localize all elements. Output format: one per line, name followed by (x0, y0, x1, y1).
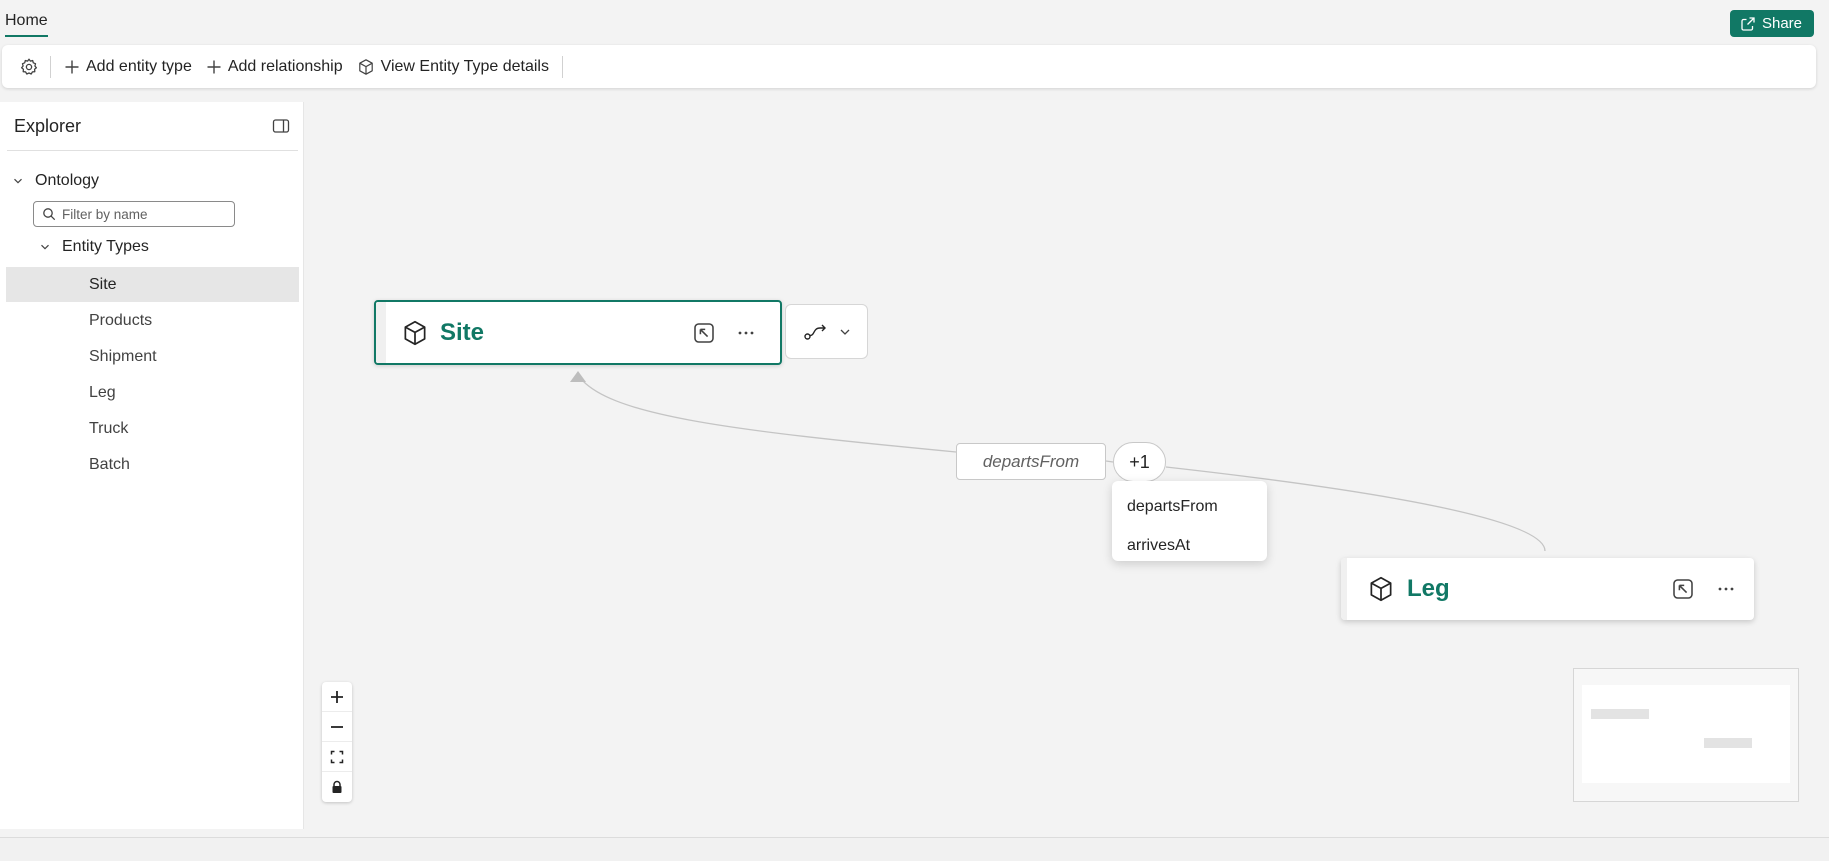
cube-icon (1367, 575, 1395, 603)
edge-overflow-badge[interactable]: +1 (1113, 442, 1166, 482)
open-entity-icon (694, 322, 714, 343)
entity-item-label: Site (89, 275, 117, 293)
more-options-button[interactable] (1711, 574, 1741, 604)
zoom-out-button[interactable] (322, 712, 352, 742)
tree-node-entity-types-label: Entity Types (62, 238, 149, 255)
add-relationship-dropdown[interactable] (785, 304, 868, 359)
lock-icon (332, 780, 342, 793)
relationship-icon (803, 322, 829, 342)
view-entity-type-details-button[interactable]: View Entity Type details (350, 52, 556, 82)
entity-item-label: Leg (89, 383, 116, 401)
open-entity-button[interactable] (1668, 574, 1698, 604)
cube-icon (401, 319, 429, 347)
plus-icon (64, 59, 80, 75)
chevron-down-icon (12, 175, 24, 187)
share-button[interactable]: Share (1729, 10, 1814, 37)
entity-item-batch[interactable]: Batch (6, 447, 299, 482)
menu-item-departsfrom[interactable]: departsFrom (1112, 487, 1267, 526)
explorer-title: Explorer (14, 116, 82, 136)
settings-button[interactable] (14, 52, 44, 82)
entity-item-truck[interactable]: Truck (6, 411, 299, 446)
add-entity-type-button[interactable]: Add entity type (57, 52, 199, 82)
filter-input-box[interactable] (33, 201, 235, 227)
minus-icon (331, 725, 343, 728)
status-strip (0, 837, 1829, 861)
fit-view-icon (330, 750, 344, 763)
add-relationship-label: Add relationship (227, 57, 343, 75)
tree-node-ontology-label: Ontology (35, 172, 100, 189)
more-icon (738, 331, 754, 334)
top-tab-bar: Home Share (0, 0, 1829, 40)
entity-node-title: Site (440, 318, 485, 346)
chevron-down-icon (839, 326, 851, 338)
entity-item-shipment[interactable]: Shipment (6, 339, 299, 374)
fit-view-button[interactable] (322, 742, 352, 772)
more-icon (1718, 587, 1734, 591)
entity-item-label: Batch (89, 455, 130, 473)
filter-by-name-input[interactable] (62, 206, 222, 222)
entity-item-label: Truck (89, 419, 129, 437)
graph-canvas[interactable]: Site departsFrom +1 departsFrom arrivesA… (305, 95, 1825, 830)
zoom-controls (322, 682, 352, 802)
chevron-down-icon (39, 241, 51, 253)
entity-item-products[interactable]: Products (6, 303, 299, 338)
collapse-panel-button[interactable] (271, 116, 291, 136)
explorer-divider (7, 150, 298, 151)
panel-toggle-icon (271, 116, 291, 136)
entity-node-title: Leg (1407, 575, 1450, 602)
edge-arrowhead (570, 371, 586, 382)
ribbon-toolbar: Add entity type Add relationship View En… (2, 45, 1816, 88)
zoom-in-button[interactable] (322, 682, 352, 712)
add-relationship-button[interactable]: Add relationship (199, 52, 350, 82)
share-icon (1740, 16, 1756, 32)
entity-item-label: Products (89, 311, 153, 329)
more-options-button[interactable] (731, 318, 761, 348)
open-entity-icon (1673, 579, 1693, 599)
lock-view-button[interactable] (322, 772, 352, 802)
toolbar-divider (561, 55, 563, 78)
minimap-node-leg (1704, 738, 1752, 748)
edge-label-departsfrom[interactable]: departsFrom (956, 443, 1106, 480)
plus-icon (331, 690, 343, 703)
minimap-node-site (1591, 709, 1649, 719)
plus-icon (206, 59, 222, 75)
gear-icon (19, 57, 39, 77)
tree-node-ontology[interactable]: Ontology (12, 172, 99, 190)
minimap-viewport (1582, 685, 1790, 783)
add-entity-type-label: Add entity type (86, 57, 192, 75)
open-entity-button[interactable] (689, 318, 719, 348)
menu-item-arrivesat[interactable]: arrivesAt (1112, 526, 1267, 565)
minimap[interactable] (1573, 668, 1799, 802)
view-entity-type-details-label: View Entity Type details (380, 57, 549, 75)
toolbar-divider (50, 55, 51, 78)
search-icon (42, 207, 56, 221)
tree-node-entity-types[interactable]: Entity Types (39, 238, 149, 256)
tab-home[interactable]: Home (5, 12, 48, 37)
entity-node-leg[interactable]: Leg (1341, 558, 1754, 620)
cube-icon (357, 58, 375, 76)
explorer-panel: Explorer Ontology Entity Types Site (0, 102, 304, 829)
entity-item-leg[interactable]: Leg (6, 375, 299, 410)
relationship-menu: departsFrom arrivesAt (1112, 481, 1267, 561)
share-label: Share (1761, 15, 1802, 32)
entity-item-label: Shipment (89, 347, 157, 365)
entity-node-site[interactable]: Site (374, 300, 782, 365)
entity-item-site[interactable]: Site (6, 267, 299, 302)
